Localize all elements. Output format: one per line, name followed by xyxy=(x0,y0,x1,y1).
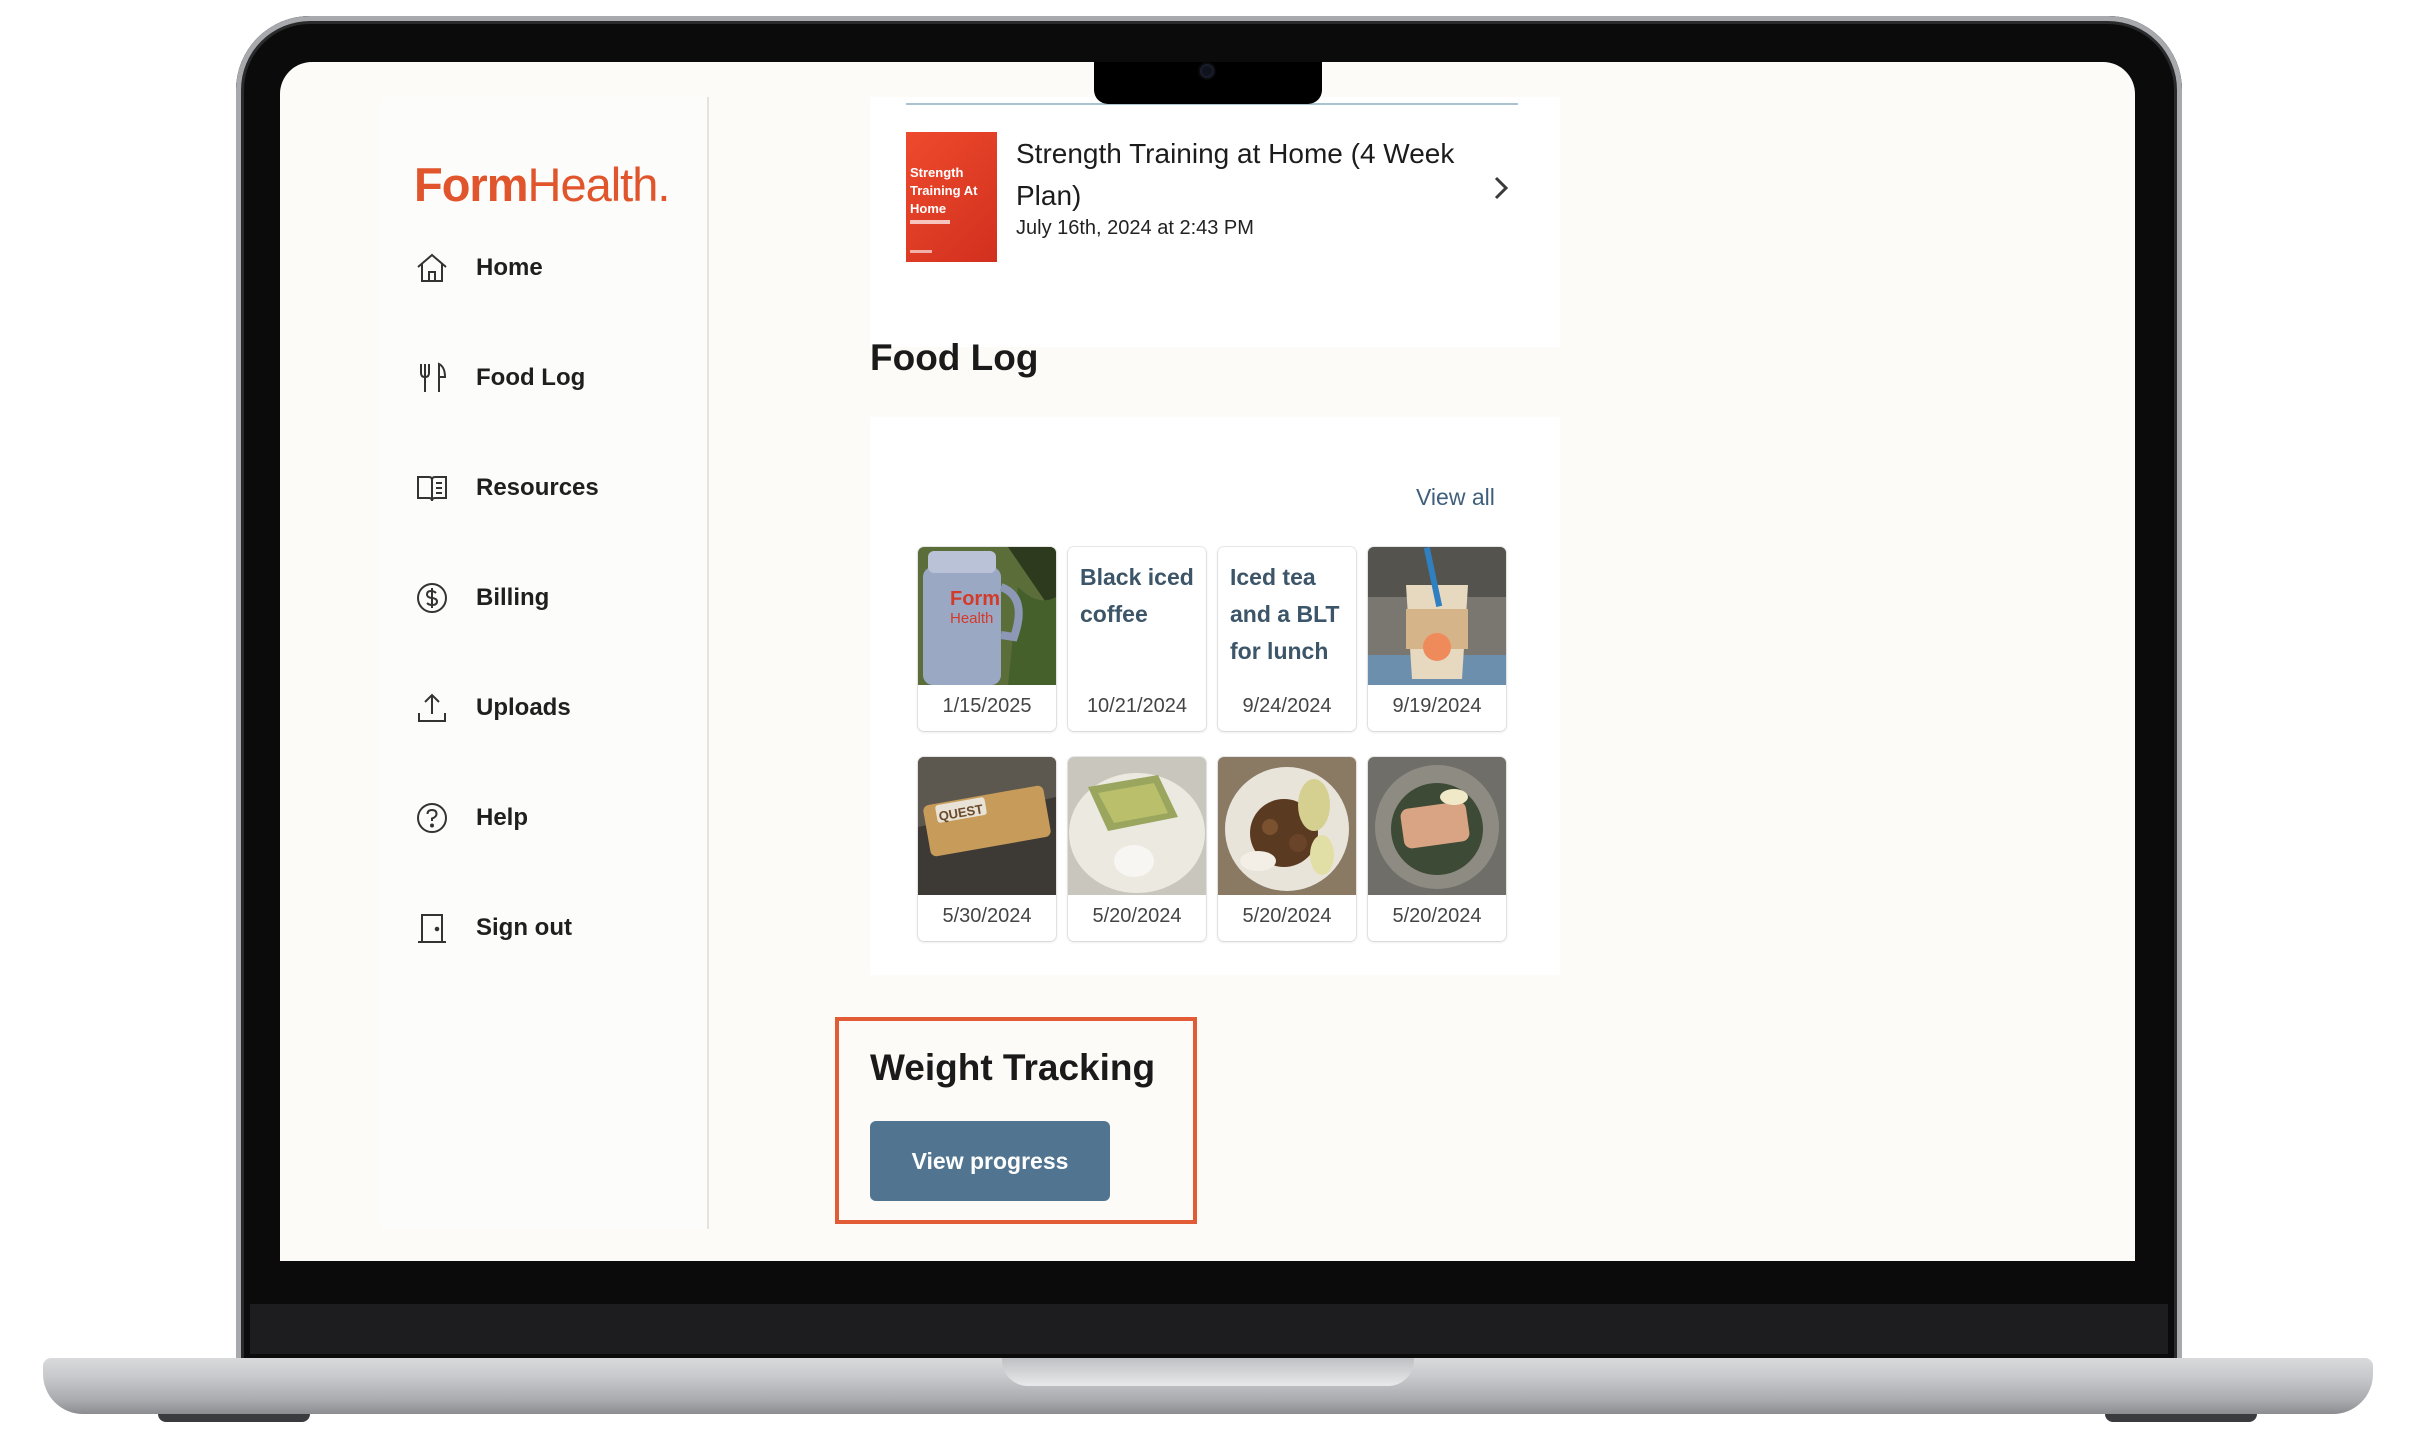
home-icon xyxy=(414,250,450,286)
sidebar-item-label: Uploads xyxy=(476,694,571,721)
plan-thumbnail: Strength Training At Home xyxy=(906,132,997,262)
formhealth-logo[interactable]: FormHealth. xyxy=(414,157,670,212)
food-photo: Form Health xyxy=(918,547,1056,685)
food-entry-date: 9/19/2024 xyxy=(1392,695,1482,717)
view-all-link[interactable]: View all xyxy=(1416,484,1495,511)
laptop-foot-right xyxy=(2105,1414,2257,1422)
upload-icon xyxy=(414,690,450,726)
sidebar-item-uploads[interactable]: Uploads xyxy=(414,683,571,733)
sidebar-item-label: Home xyxy=(476,254,543,281)
svg-text:Form: Form xyxy=(950,588,1000,610)
food-photo xyxy=(1368,547,1506,685)
food-entry-date: 5/20/2024 xyxy=(1242,905,1332,927)
camera-notch xyxy=(1094,62,1322,104)
laptop-base-notch xyxy=(1002,1358,1414,1386)
food-entry-date: 1/15/2025 xyxy=(942,695,1032,717)
door-icon xyxy=(414,910,450,946)
sidebar-item-label: Food Log xyxy=(476,364,586,391)
food-entry-date: 5/20/2024 xyxy=(1392,905,1482,927)
sidebar-item-billing[interactable]: Billing xyxy=(414,573,549,623)
food-photo xyxy=(1068,757,1206,895)
food-entry-date: 5/30/2024 xyxy=(942,905,1032,927)
food-photo xyxy=(1368,757,1506,895)
laptop-bezel-bottom xyxy=(250,1304,2168,1354)
plan-date: July 16th, 2024 at 2:43 PM xyxy=(1016,217,1254,239)
food-entry-tile[interactable]: 5/20/2024 xyxy=(1218,757,1356,941)
utensils-icon xyxy=(414,360,450,396)
sidebar-item-food-log[interactable]: Food Log xyxy=(414,353,585,403)
sidebar-item-sign-out[interactable]: Sign out xyxy=(414,903,572,953)
food-entry-tile[interactable]: 5/20/2024 xyxy=(1368,757,1506,941)
food-entry-date: 5/20/2024 xyxy=(1092,905,1182,927)
book-icon xyxy=(414,470,450,506)
food-entry-text: Black iced coffee xyxy=(1080,564,1194,627)
food-entry-date: 9/24/2024 xyxy=(1242,695,1332,717)
food-entry-tile[interactable]: Form Health 1/15/2025 xyxy=(918,547,1056,731)
weight-tracking-title: Weight Tracking xyxy=(870,1047,1156,1088)
plan-title: Strength Training at Home (4 Week Plan) xyxy=(1016,138,1455,211)
food-entry-tile[interactable]: 5/20/2024 xyxy=(1068,757,1206,941)
food-entry-tile[interactable]: Iced tea and a BLT for lunch 9/24/2024 xyxy=(1218,547,1356,731)
food-log-card: View all Form Health 1/15/2025 Black ice… xyxy=(870,417,1560,975)
help-circle-icon xyxy=(414,800,450,836)
plan-card[interactable]: Strength Training At Home Strength Train… xyxy=(870,97,1560,347)
food-log-title: Food Log xyxy=(870,337,1039,378)
food-photo: QUEST xyxy=(918,757,1056,895)
food-entry-date: 10/21/2024 xyxy=(1086,695,1188,717)
sidebar-item-home[interactable]: Home xyxy=(414,243,543,293)
food-entry-tile[interactable]: QUEST 5/30/2024 xyxy=(918,757,1056,941)
sidebar: FormHealth. Home Food Log Resources Bill… xyxy=(380,97,709,1229)
app-screen: FormHealth. Home Food Log Resources Bill… xyxy=(280,62,2135,1261)
laptop-foot-left xyxy=(158,1414,310,1422)
sidebar-item-label: Help xyxy=(476,804,529,831)
view-progress-button[interactable]: View progress xyxy=(870,1121,1110,1201)
sidebar-item-label: Sign out xyxy=(476,914,572,941)
food-entry-tile[interactable]: 9/19/2024 xyxy=(1368,547,1506,731)
chevron-right-icon[interactable] xyxy=(1492,175,1510,208)
camera-icon xyxy=(1200,64,1214,78)
sidebar-item-label: Billing xyxy=(476,584,550,611)
sidebar-item-help[interactable]: Help xyxy=(414,793,528,843)
sidebar-item-label: Resources xyxy=(476,474,599,501)
sidebar-item-resources[interactable]: Resources xyxy=(414,463,599,513)
svg-text:Health: Health xyxy=(950,610,993,627)
food-entry-text: Iced tea and a BLT for lunch xyxy=(1230,564,1340,664)
dollar-circle-icon xyxy=(414,580,450,616)
food-photo xyxy=(1218,757,1356,895)
food-entry-tile[interactable]: Black iced coffee 10/21/2024 xyxy=(1068,547,1206,731)
